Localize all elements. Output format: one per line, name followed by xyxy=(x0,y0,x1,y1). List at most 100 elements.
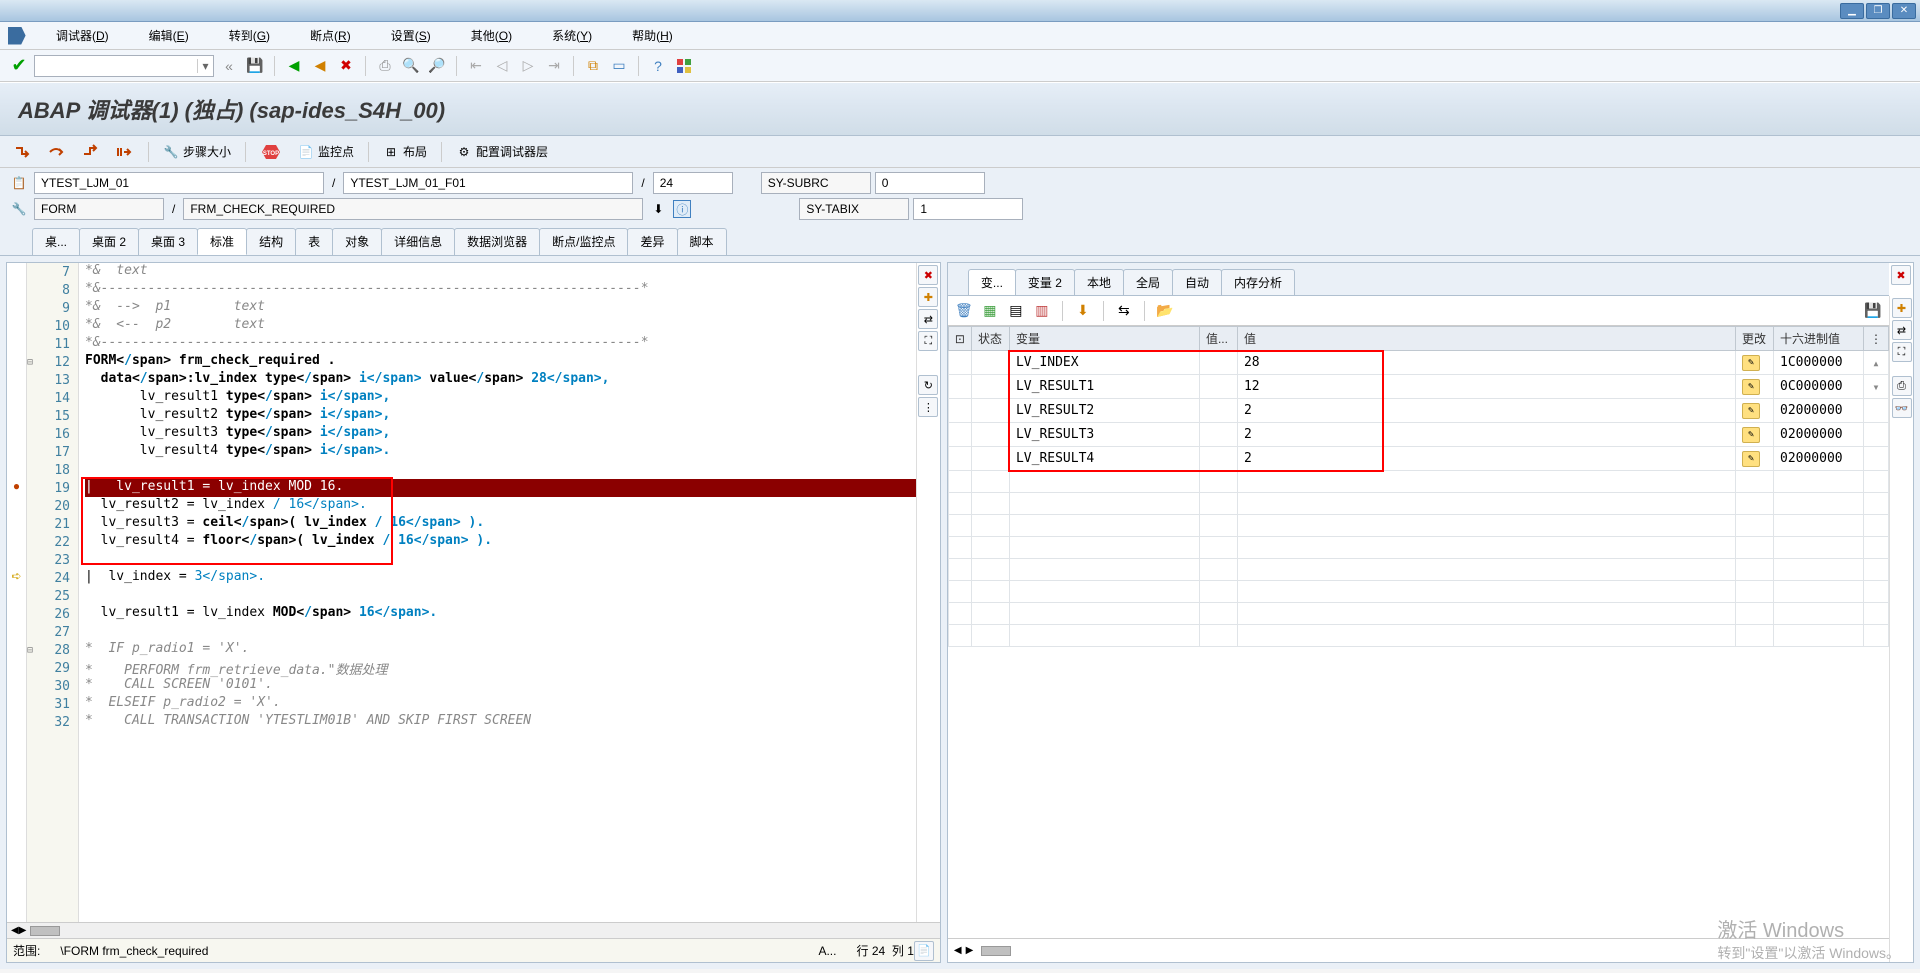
edit-pencil-icon[interactable]: ✎ xyxy=(1742,403,1760,419)
line-field[interactable]: 24 xyxy=(653,172,733,194)
code-line-25[interactable] xyxy=(85,587,916,605)
col-variable[interactable]: 变量 xyxy=(1009,327,1199,351)
code-line-20[interactable]: lv_result2 = lv_index / 16</span>. xyxy=(85,497,916,515)
table-row[interactable] xyxy=(948,537,1888,559)
table-row[interactable] xyxy=(948,471,1888,493)
window-minimize-button[interactable]: ▁ xyxy=(1840,3,1864,19)
code-line-22[interactable]: lv_result4 = floor</span>( lv_index / 16… xyxy=(85,533,916,551)
code-line-32[interactable]: * CALL TRANSACTION 'YTESTLIM01B' AND SKI… xyxy=(85,713,916,731)
help-icon[interactable]: ? xyxy=(647,55,669,77)
open-icon[interactable]: 📂 xyxy=(1155,301,1175,321)
command-field-dropdown-icon[interactable]: ▾ xyxy=(197,59,213,73)
code-line-28[interactable]: * IF p_radio1 = 'X'. xyxy=(85,641,916,659)
save-variant-icon[interactable]: 💾 xyxy=(1863,301,1883,321)
tab-1[interactable]: 桌面 2 xyxy=(79,228,139,255)
code-editor[interactable]: *& text*&-------------------------------… xyxy=(79,263,916,922)
layout-button[interactable]: ⊞ 布局 xyxy=(377,141,433,162)
col-status[interactable]: 状态 xyxy=(971,327,1009,351)
code-line-11[interactable]: *&--------------------------------------… xyxy=(85,335,916,353)
last-page-icon[interactable]: ⇥ xyxy=(543,55,565,77)
table-row[interactable] xyxy=(948,603,1888,625)
col-config[interactable]: ⋮ xyxy=(1864,327,1889,351)
delete-row-icon[interactable]: ▥ xyxy=(1032,301,1052,321)
close-pane-icon[interactable]: ✖ xyxy=(918,265,938,285)
var-tab-1[interactable]: 变量 2 xyxy=(1015,269,1075,295)
back-button[interactable]: « xyxy=(218,55,240,77)
table-row[interactable] xyxy=(948,559,1888,581)
code-line-30[interactable]: * CALL SCREEN '0101'. xyxy=(85,677,916,695)
menu-g[interactable]: 转到(G) xyxy=(221,23,278,48)
var-tab-5[interactable]: 内存分析 xyxy=(1221,269,1295,295)
step-into-button[interactable] xyxy=(8,142,38,162)
table-row[interactable]: LV_RESULT22✎02000000 xyxy=(948,399,1888,423)
form-action2-icon[interactable]: ⓘ xyxy=(673,200,691,218)
code-line-27[interactable] xyxy=(85,623,916,641)
edit-pencil-icon[interactable]: ✎ xyxy=(1742,355,1760,371)
add-pane-icon[interactable]: ✚ xyxy=(918,287,938,307)
code-line-10[interactable]: *& <-- p2 text xyxy=(85,317,916,335)
back-icon[interactable]: ◀ xyxy=(283,55,305,77)
var-toggle-icon[interactable]: ⇄ xyxy=(1892,320,1912,340)
toggle1-icon[interactable]: ⇄ xyxy=(918,309,938,329)
col-selector[interactable]: ⊡ xyxy=(948,327,971,351)
code-line-17[interactable]: lv_result4 type</span> i</span>. xyxy=(85,443,916,461)
code-line-13[interactable]: data</span>:lv_index type</span> i</span… xyxy=(85,371,916,389)
breakpoint-gutter[interactable]: ●➪ xyxy=(7,263,27,922)
code-line-7[interactable]: *& text xyxy=(85,263,916,281)
menu-s[interactable]: 设置(S) xyxy=(383,23,439,48)
delete-icon[interactable]: 🗑 xyxy=(954,301,974,321)
tab-10[interactable]: 差异 xyxy=(627,228,677,255)
var-tab-2[interactable]: 本地 xyxy=(1074,269,1124,295)
code-line-23[interactable] xyxy=(85,551,916,569)
program-icon[interactable]: 📋 xyxy=(8,173,30,193)
step-out-button[interactable] xyxy=(76,142,106,162)
tab-9[interactable]: 断点/监控点 xyxy=(539,228,628,255)
tab-5[interactable]: 表 xyxy=(295,228,333,255)
col-valshort[interactable]: 值... xyxy=(1199,327,1237,351)
edit-pencil-icon[interactable]: ✎ xyxy=(1742,427,1760,443)
program-field[interactable]: YTEST_LJM_01 xyxy=(34,172,324,194)
local-layout-icon[interactable] xyxy=(673,55,695,77)
var-tab-4[interactable]: 自动 xyxy=(1172,269,1222,295)
code-line-9[interactable]: *& --> p1 text xyxy=(85,299,916,317)
menu-r[interactable]: 断点(R) xyxy=(302,23,359,48)
find-icon[interactable]: 🔍 xyxy=(400,55,422,77)
var-close-pane-icon[interactable]: ✖ xyxy=(1891,265,1911,285)
new-session-icon[interactable]: ⧉ xyxy=(582,55,604,77)
step-size-button[interactable]: 🔧 步骤大小 xyxy=(157,141,237,162)
menu-h[interactable]: 帮助(H) xyxy=(624,23,681,48)
variable-hscrollbar[interactable]: ◀▶ xyxy=(948,938,1889,962)
sync-icon[interactable]: ↻ xyxy=(918,375,938,395)
next-page-icon[interactable]: ▷ xyxy=(517,55,539,77)
include-field[interactable]: YTEST_LJM_01_F01 xyxy=(343,172,633,194)
col-change[interactable]: 更改 xyxy=(1736,327,1774,351)
code-line-8[interactable]: *&--------------------------------------… xyxy=(85,281,916,299)
var-fullscreen-icon[interactable]: ⛶ xyxy=(1892,342,1912,362)
save-button[interactable]: 💾 xyxy=(244,55,266,77)
find-next-icon[interactable]: 🔎 xyxy=(426,55,448,77)
append-row-icon[interactable]: ▤ xyxy=(1006,301,1026,321)
command-field[interactable]: ▾ xyxy=(34,55,214,77)
enter-button[interactable]: ✔ xyxy=(8,55,30,77)
col-hex[interactable]: 十六进制值 xyxy=(1774,327,1864,351)
code-line-15[interactable]: lv_result2 type</span> i</span>, xyxy=(85,407,916,425)
table-row[interactable] xyxy=(948,581,1888,603)
code-line-29[interactable]: * PERFORM frm_retrieve_data."数据处理 xyxy=(85,659,916,677)
download-icon[interactable]: ⬇ xyxy=(1073,301,1093,321)
var-tab-0[interactable]: 变... xyxy=(968,269,1016,295)
exit-icon[interactable]: ◀ xyxy=(309,55,331,77)
variable-table[interactable]: ⊡ 状态 变量 值... 值 更改 十六进制值 ⋮ LV_INDEX28✎1C0… xyxy=(948,326,1889,938)
step-over-button[interactable] xyxy=(42,142,72,162)
form-icon[interactable]: 🔧 xyxy=(8,199,30,219)
code-line-14[interactable]: lv_result1 type</span> i</span>, xyxy=(85,389,916,407)
window-close-button[interactable]: ✕ xyxy=(1892,3,1916,19)
tab-8[interactable]: 数据浏览器 xyxy=(454,228,540,255)
code-line-26[interactable]: lv_result1 = lv_index MOD</span> 16</spa… xyxy=(85,605,916,623)
form-action1-icon[interactable]: ⬇ xyxy=(647,199,669,219)
shortcut-icon[interactable]: ▭ xyxy=(608,55,630,77)
tree-icon[interactable]: ⋮ xyxy=(918,397,938,417)
var-tab-3[interactable]: 全局 xyxy=(1123,269,1173,295)
stop-button[interactable]: STOP xyxy=(254,141,288,163)
tab-2[interactable]: 桌面 3 xyxy=(138,228,198,255)
menu-o[interactable]: 其他(O) xyxy=(463,23,520,48)
